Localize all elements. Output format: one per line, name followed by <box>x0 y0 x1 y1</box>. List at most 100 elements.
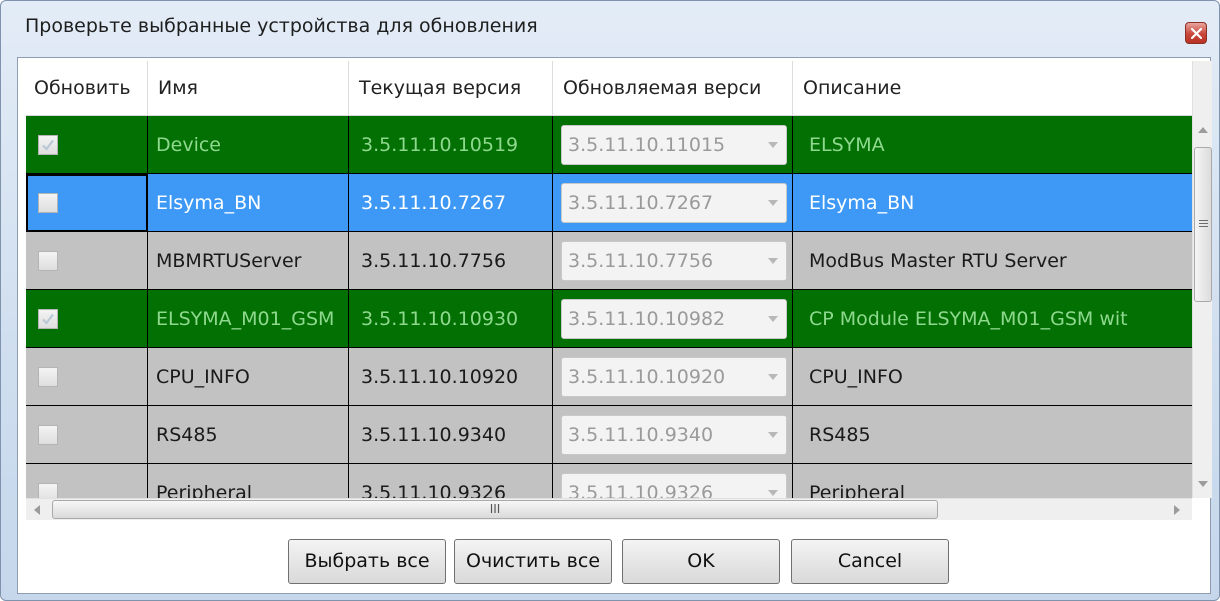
current-version-cell: 3.5.11.10.10920 <box>349 348 553 406</box>
update-cell <box>26 290 148 348</box>
target-version-dropdown[interactable]: 3.5.11.10.7756 <box>561 241 787 281</box>
device-name-cell: CPU_INFO <box>148 348 349 406</box>
target-version-cell: 3.5.11.10.11015 <box>553 116 793 174</box>
description-cell: CPU_INFO <box>809 366 903 388</box>
table-row[interactable]: Peripheral 3.5.11.10.9326 3.5.11.10.9326 Pe… <box>26 464 1192 498</box>
update-cell <box>26 464 148 498</box>
vertical-scroll-thumb[interactable] <box>1194 147 1212 302</box>
check-icon <box>42 313 54 325</box>
target-version-cell: 3.5.11.10.9340 <box>553 406 793 464</box>
horizontal-scroll-thumb[interactable]: III <box>52 500 938 519</box>
target-version-cell: 3.5.11.10.10982 <box>553 290 793 348</box>
target-version-value: 3.5.11.10.10982 <box>568 308 726 330</box>
target-version-dropdown[interactable]: 3.5.11.10.9340 <box>561 415 787 455</box>
target-version-dropdown[interactable]: 3.5.11.10.9326 <box>561 473 787 498</box>
grid-header: Обновить Имя Текущая версия Обновляемая … <box>26 61 1192 116</box>
chevron-down-icon <box>768 374 778 380</box>
table-row[interactable]: MBMRTUServer 3.5.11.10.7756 3.5.11.10.7756… <box>26 232 1192 290</box>
target-version-dropdown[interactable]: 3.5.11.10.11015 <box>561 125 787 165</box>
current-version-cell: 3.5.11.10.10519 <box>349 116 553 174</box>
description-cell: RS485 <box>809 424 871 446</box>
device-name-cell: RS485 <box>148 406 349 464</box>
vertical-scrollbar[interactable] <box>1192 61 1212 498</box>
current-version-cell: 3.5.11.10.7267 <box>349 174 553 232</box>
description-cell: CP Module ELSYMA_M01_GSM wit <box>809 308 1128 330</box>
close-icon <box>1191 28 1202 39</box>
ok-button[interactable]: OK <box>622 539 780 584</box>
dialog-client-area: Обновить Имя Текущая версия Обновляемая … <box>17 57 1212 594</box>
update-cell <box>26 232 148 290</box>
dialog-window: Проверьте выбранные устройства для обнов… <box>0 0 1220 601</box>
device-name-cell: Peripheral <box>148 464 349 498</box>
update-cell <box>26 116 148 174</box>
select-all-button[interactable]: Выбрать все <box>288 539 446 584</box>
device-name-cell: Device <box>148 116 349 174</box>
device-name-cell: ELSYMA_M01_GSM <box>148 290 349 348</box>
update-checkbox[interactable] <box>38 367 58 387</box>
target-version-cell: 3.5.11.10.9326 <box>553 464 793 498</box>
scroll-right-icon[interactable] <box>1174 505 1180 515</box>
chevron-down-icon <box>768 258 778 264</box>
title-bar[interactable]: Проверьте выбранные устройства для обнов… <box>1 1 1219 51</box>
clear-all-button[interactable]: Очистить все <box>454 539 612 584</box>
device-name-cell: Elsyma_BN <box>148 174 349 232</box>
update-cell <box>26 174 148 232</box>
current-version-cell: 3.5.11.10.10930 <box>349 290 553 348</box>
column-header-update[interactable]: Обновить <box>26 61 148 116</box>
column-header-target-version[interactable]: Обновляемая верси <box>553 61 793 116</box>
horizontal-scrollbar[interactable]: III <box>26 498 1192 520</box>
current-version-cell: 3.5.11.10.9340 <box>349 406 553 464</box>
devices-grid: Обновить Имя Текущая версия Обновляемая … <box>26 61 1192 498</box>
update-cell <box>26 348 148 406</box>
scroll-left-icon[interactable] <box>34 505 40 515</box>
table-row[interactable]: Elsyma_BN 3.5.11.10.7267 3.5.11.10.7267 Els… <box>26 174 1192 232</box>
update-checkbox[interactable] <box>38 135 58 155</box>
table-row[interactable]: Device 3.5.11.10.10519 3.5.11.10.11015 ELSY… <box>26 116 1192 174</box>
target-version-value: 3.5.11.10.9326 <box>568 482 714 498</box>
scroll-up-icon[interactable] <box>1198 127 1208 133</box>
description-cell: Peripheral <box>809 482 906 498</box>
device-name-cell: MBMRTUServer <box>148 232 349 290</box>
table-row[interactable]: RS485 3.5.11.10.9340 3.5.11.10.9340 RS485 <box>26 406 1192 464</box>
target-version-value: 3.5.11.10.7756 <box>568 250 714 272</box>
grip-line <box>1199 226 1208 227</box>
grip-line <box>1199 220 1208 221</box>
target-version-cell: 3.5.11.10.7267 <box>553 174 793 232</box>
chevron-down-icon <box>768 142 778 148</box>
column-header-description[interactable]: Описание <box>793 61 1192 116</box>
current-version-cell: 3.5.11.10.7756 <box>349 232 553 290</box>
target-version-value: 3.5.11.10.7267 <box>568 192 714 214</box>
update-cell <box>26 406 148 464</box>
target-version-value: 3.5.11.10.11015 <box>568 134 726 156</box>
current-version-cell: 3.5.11.10.9326 <box>349 464 553 498</box>
cancel-button[interactable]: Cancel <box>791 539 949 584</box>
grip-line <box>1199 223 1208 224</box>
update-checkbox[interactable] <box>38 483 58 498</box>
target-version-cell: 3.5.11.10.10920 <box>553 348 793 406</box>
scroll-grip-text: III <box>489 502 501 516</box>
table-row[interactable]: ELSYMA_M01_GSM 3.5.11.10.10930 3.5.11.10.1… <box>26 290 1192 348</box>
table-row[interactable]: CPU_INFO 3.5.11.10.10920 3.5.11.10.10920 CP… <box>26 348 1192 406</box>
target-version-dropdown[interactable]: 3.5.11.10.10920 <box>561 357 787 397</box>
target-version-dropdown[interactable]: 3.5.11.10.10982 <box>561 299 787 339</box>
scroll-down-icon[interactable] <box>1198 481 1208 487</box>
target-version-dropdown[interactable]: 3.5.11.10.7267 <box>561 183 787 223</box>
focused-cell-outline <box>26 174 147 232</box>
chevron-down-icon <box>768 200 778 206</box>
column-header-name[interactable]: Имя <box>148 61 349 116</box>
description-cell: Elsyma_BN <box>809 192 915 214</box>
update-checkbox[interactable] <box>38 251 58 271</box>
description-cell: ELSYMA <box>809 134 885 156</box>
description-cell: ModBus Master RTU Server <box>809 250 1067 272</box>
chevron-down-icon <box>768 490 778 496</box>
target-version-cell: 3.5.11.10.7756 <box>553 232 793 290</box>
update-checkbox[interactable] <box>38 309 58 329</box>
target-version-value: 3.5.11.10.9340 <box>568 424 714 446</box>
update-checkbox[interactable] <box>38 425 58 445</box>
close-button[interactable] <box>1185 22 1207 44</box>
dialog-title: Проверьте выбранные устройства для обнов… <box>25 15 538 37</box>
column-header-current-version[interactable]: Текущая версия <box>349 61 553 116</box>
chevron-down-icon <box>768 316 778 322</box>
target-version-value: 3.5.11.10.10920 <box>568 366 726 388</box>
check-icon <box>42 139 54 151</box>
